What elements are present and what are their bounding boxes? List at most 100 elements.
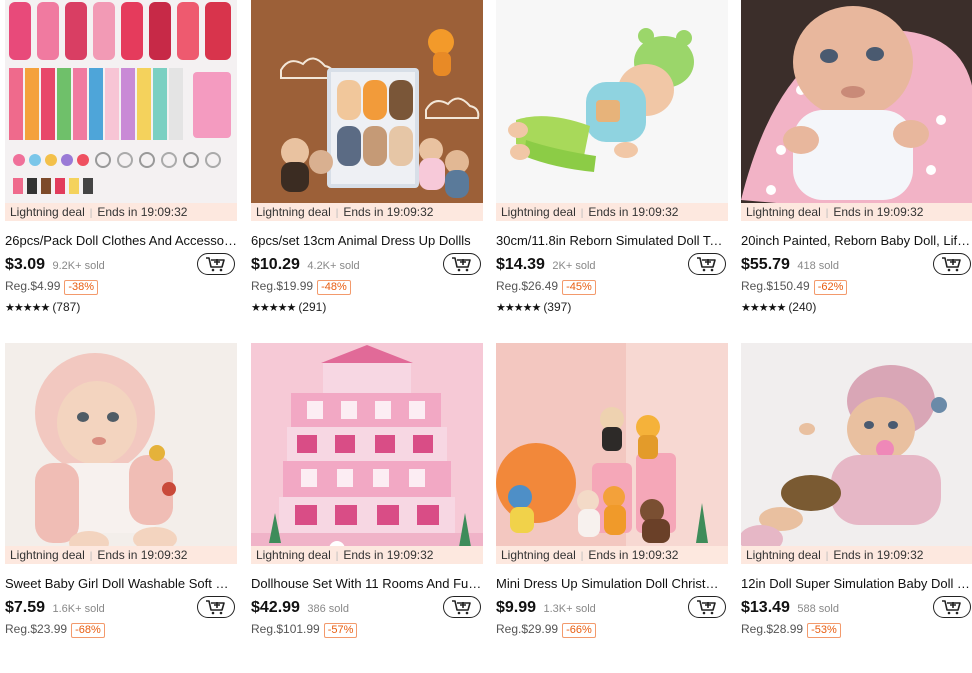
product-card[interactable]: Lightning deal | Ends in 19:09:32 Dollhous… [251, 343, 483, 673]
product-card[interactable]: Lightning deal | Ends in 19:09:32 Mini Dre… [496, 343, 728, 673]
add-to-cart-button[interactable] [443, 596, 481, 618]
product-image[interactable] [741, 343, 972, 563]
sold-count: 4.2K+ sold [307, 260, 360, 272]
review-count: (240) [788, 300, 817, 314]
lightning-deal-banner: Lightning deal | Ends in 19:09:32 [496, 546, 728, 564]
add-to-cart-button[interactable] [933, 253, 971, 275]
deal-separator: | [335, 208, 339, 219]
discount-badge: -62% [813, 280, 848, 295]
regular-price: Reg.$4.99 [5, 279, 61, 293]
lightning-deal-banner: Lightning deal | Ends in 19:09:32 [251, 203, 483, 221]
product-card[interactable]: Lightning deal | Ends in 19:09:32 26pcs/Pa… [5, 0, 237, 330]
product-title[interactable]: 30cm/11.8in Reborn Simulated Doll Toys [496, 232, 728, 250]
discount-badge: -66% [562, 623, 596, 638]
add-to-cart-icon [206, 600, 225, 615]
product-image[interactable] [251, 0, 483, 220]
star-rating: ★★★★★ [5, 302, 50, 314]
product-title[interactable]: Sweet Baby Girl Doll Washable Soft Body [5, 575, 237, 593]
rating-row[interactable]: ★★★★★ (240) [741, 299, 816, 317]
add-to-cart-button[interactable] [443, 253, 481, 275]
regular-price-row: Reg.$19.99 -48% [251, 278, 351, 296]
deal-label: Lightning deal [256, 548, 331, 562]
deal-separator: | [825, 208, 829, 219]
product-title[interactable]: Mini Dress Up Simulation Doll Christmas … [496, 575, 728, 593]
deal-countdown: 19:09:32 [631, 548, 679, 562]
discount-badge: -53% [807, 623, 841, 638]
add-to-cart-button[interactable] [688, 253, 726, 275]
add-to-cart-icon [452, 600, 471, 615]
regular-price: Reg.$23.99 [5, 622, 68, 636]
product-price: $10.29 [251, 256, 300, 273]
product-price: $9.99 [496, 599, 537, 616]
star-rating: ★★★★★ [741, 302, 786, 314]
rating-row[interactable]: ★★★★★ (291) [251, 299, 326, 317]
deal-label: Lightning deal [256, 205, 331, 219]
regular-price: Reg.$101.99 [251, 622, 320, 636]
price-row: $3.09 9.2K+ sold [5, 253, 237, 277]
rating-row[interactable]: ★★★★★ (397) [496, 299, 571, 317]
deal-label: Lightning deal [10, 205, 85, 219]
product-image[interactable] [5, 0, 237, 220]
product-image[interactable] [741, 0, 972, 220]
product-card[interactable]: Lightning deal | Ends in 19:09:32 12in Dol… [741, 343, 972, 673]
sold-count: 2K+ sold [552, 260, 596, 272]
deal-countdown: 19:09:32 [631, 205, 679, 219]
deal-label: Lightning deal [501, 548, 576, 562]
product-title[interactable]: 12in Doll Super Simulation Baby Doll Toy [741, 575, 972, 593]
product-image[interactable] [496, 0, 728, 220]
star-rating: ★★★★★ [496, 302, 541, 314]
product-title[interactable]: 26pcs/Pack Doll Clothes And Accessories [5, 232, 237, 250]
price-row: $14.39 2K+ sold [496, 253, 728, 277]
review-count: (787) [52, 300, 81, 314]
discount-badge: -48% [317, 280, 351, 295]
product-image[interactable] [251, 343, 483, 563]
deal-ends-prefix: Ends in [588, 548, 629, 562]
price-row: $55.79 418 sold [741, 253, 972, 277]
price-row: $42.99 386 sold [251, 596, 483, 620]
deal-separator: | [335, 551, 339, 562]
deal-countdown: 19:09:32 [386, 205, 434, 219]
regular-price: Reg.$150.49 [741, 279, 810, 293]
deal-label: Lightning deal [746, 205, 821, 219]
product-title[interactable]: Dollhouse Set With 11 Rooms And Furnitur… [251, 575, 483, 593]
regular-price: Reg.$19.99 [251, 279, 314, 293]
lightning-deal-banner: Lightning deal | Ends in 19:09:32 [251, 546, 483, 564]
regular-price: Reg.$28.99 [741, 622, 804, 636]
product-card[interactable]: Lightning deal | Ends in 19:09:32 Sweet Ba… [5, 343, 237, 673]
product-title[interactable]: 6pcs/set 13cm Animal Dress Up Dollls [251, 232, 483, 250]
regular-price-row: Reg.$26.49 -45% [496, 278, 596, 296]
sold-count: 1.3K+ sold [543, 603, 596, 615]
add-to-cart-button[interactable] [197, 253, 235, 275]
add-to-cart-button[interactable] [933, 596, 971, 618]
add-to-cart-button[interactable] [197, 596, 235, 618]
deal-ends-prefix: Ends in [343, 548, 384, 562]
product-card[interactable]: Lightning deal | Ends in 19:09:32 20inch P… [741, 0, 972, 330]
deal-separator: | [89, 551, 93, 562]
lightning-deal-banner: Lightning deal | Ends in 19:09:32 [5, 203, 237, 221]
price-row: $13.49 588 sold [741, 596, 972, 620]
deal-label: Lightning deal [10, 548, 85, 562]
product-title[interactable]: 20inch Painted, Reborn Baby Doll, Lifeli… [741, 232, 972, 250]
product-card[interactable]: Lightning deal | Ends in 19:09:32 6pcs/set… [251, 0, 483, 330]
star-rating: ★★★★★ [251, 302, 296, 314]
regular-price-row: Reg.$4.99 -38% [5, 278, 99, 296]
regular-price-row: Reg.$101.99 -57% [251, 621, 358, 639]
sold-count: 418 sold [797, 260, 839, 272]
sold-count: 386 sold [307, 603, 349, 615]
product-price: $14.39 [496, 256, 545, 273]
add-to-cart-icon [942, 257, 961, 272]
deal-ends-prefix: Ends in [833, 205, 874, 219]
deal-separator: | [580, 551, 584, 562]
rating-row[interactable]: ★★★★★ (787) [5, 299, 80, 317]
product-image[interactable] [496, 343, 728, 563]
sold-count: 1.6K+ sold [52, 603, 105, 615]
product-image[interactable] [5, 343, 237, 563]
product-card[interactable]: Lightning deal | Ends in 19:09:32 30cm/11.… [496, 0, 728, 330]
deal-separator: | [825, 551, 829, 562]
regular-price-row: Reg.$23.99 -68% [5, 621, 105, 639]
discount-badge: -45% [562, 280, 596, 295]
add-to-cart-button[interactable] [688, 596, 726, 618]
discount-badge: -57% [323, 623, 358, 638]
add-to-cart-icon [452, 257, 471, 272]
regular-price-row: Reg.$29.99 -66% [496, 621, 596, 639]
